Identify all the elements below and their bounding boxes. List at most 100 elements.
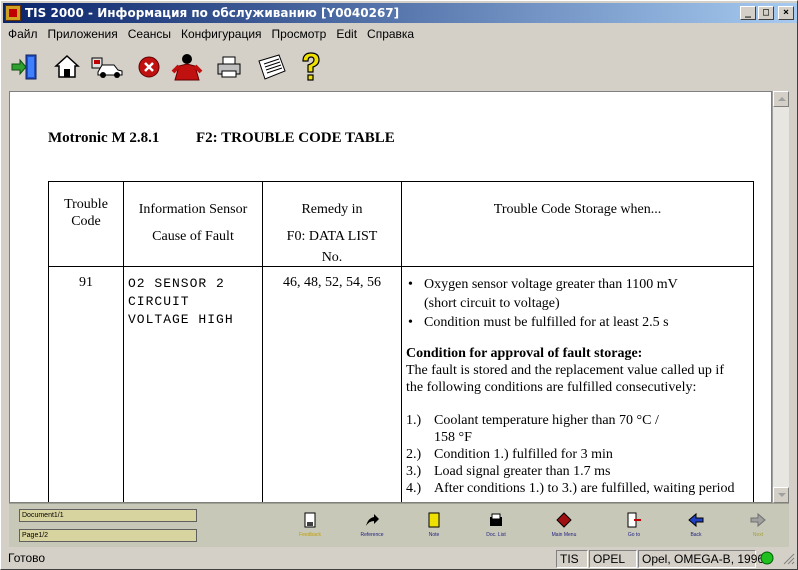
cause-line: VOLTAGE HIGH — [128, 312, 234, 327]
menu-file[interactable]: Файл — [3, 27, 43, 41]
approval-heading: Condition for approval of fault storage: — [406, 346, 643, 361]
person-button[interactable] — [169, 49, 205, 85]
status-vehicle: Opel, OMEGA-B, 1996 — [638, 550, 764, 568]
home-icon — [54, 54, 80, 78]
menu-edit[interactable]: Edit — [331, 27, 362, 41]
cause-line: CIRCUIT — [128, 294, 190, 309]
vehicle-button[interactable] — [89, 49, 125, 85]
cause-line: O2 SENSOR 2 — [128, 276, 225, 291]
trouble-code-table: Trouble Code Information Sensor Cause of… — [48, 181, 754, 502]
home-button[interactable] — [49, 49, 85, 85]
doc-list-icon — [490, 513, 502, 526]
step-number: 2.) — [406, 447, 422, 462]
button-label: Go to — [627, 532, 641, 538]
header-text: No. — [321, 250, 343, 265]
window-title: TIS 2000 - Информация по обслуживанию [Y… — [25, 6, 400, 20]
menu-applications[interactable]: Приложения — [43, 27, 123, 41]
table-header-row: Trouble Code Information Sensor Cause of… — [48, 181, 754, 267]
navigation-bar: Document1/1 Page1/2 Feedback Reference N… — [9, 503, 789, 547]
menu-view[interactable]: Просмотр — [267, 27, 332, 41]
menu-sessions[interactable]: Сеансы — [123, 27, 176, 41]
status-app: TIS — [556, 550, 588, 568]
step-item: 158 °F — [406, 429, 749, 446]
go-to-button[interactable]: Go to — [609, 512, 659, 544]
button-label: Next — [752, 532, 764, 538]
next-button[interactable]: Next — [733, 512, 783, 544]
help-icon — [302, 52, 320, 81]
doc-list-button[interactable]: Doc. List — [471, 512, 521, 544]
status-bar: Готово TIS OPEL Opel, OMEGA-B, 1996 — [3, 549, 797, 569]
scroll-up-button[interactable] — [773, 91, 789, 107]
menu-bar: Файл Приложения Сеансы Конфигурация Прос… — [3, 24, 797, 43]
step-text: Coolant temperature higher than 70 °C / — [434, 413, 659, 428]
cell-code: 91 — [48, 266, 124, 502]
menu-help[interactable]: Справка — [362, 27, 419, 41]
bullet-item: • Oxygen sensor voltage greater than 110… — [406, 275, 749, 294]
reference-icon — [366, 514, 379, 526]
print-button[interactable] — [211, 49, 247, 85]
cell-cause: O2 SENSOR 2 CIRCUIT VOLTAGE HIGH — [123, 266, 263, 502]
step-item: 3.) Load signal greater than 1.7 ms — [406, 463, 749, 480]
cell-remedy: 46, 48, 52, 54, 56 — [262, 266, 402, 502]
bullet-item: • Condition must be fulfilled for at lea… — [406, 313, 749, 332]
close-button[interactable]: × — [778, 6, 794, 20]
step-item: 1.) Coolant temperature higher than 70 °… — [406, 412, 749, 429]
button-label: Main Menu — [551, 532, 577, 538]
note-icon — [428, 512, 440, 528]
toolbar — [3, 45, 797, 89]
bullet-text: Condition must be fulfilled for at least… — [424, 315, 669, 330]
feedback-button[interactable]: Feedback — [285, 512, 335, 544]
stop-icon — [138, 56, 160, 78]
table-row: 91 O2 SENSOR 2 CIRCUIT VOLTAGE HIGH 46, … — [48, 266, 754, 502]
button-label: Reference — [360, 532, 384, 538]
help-button[interactable] — [293, 49, 329, 85]
feedback-icon — [304, 512, 316, 528]
reference-button[interactable]: Reference — [347, 512, 397, 544]
person-icon — [171, 54, 203, 81]
section-title: F2: TROUBLE CODE TABLE — [196, 130, 395, 146]
next-arrow-icon — [750, 512, 766, 528]
connection-icon — [759, 550, 779, 568]
system-title: Motronic M 2.8.1 — [48, 130, 160, 146]
header-information-sensor: Information Sensor Cause of Fault — [123, 181, 263, 267]
title-bar: TIS 2000 - Информация по обслуживанию [Y… — [3, 3, 797, 23]
bullet-text: Oxygen sensor voltage greater than 1100 … — [424, 277, 678, 292]
maximize-button[interactable]: □ — [758, 6, 774, 20]
bullet-icon: • — [408, 277, 413, 292]
header-trouble-code: Trouble Code — [48, 181, 124, 267]
step-text: Condition 1.) fulfilled for 3 min — [434, 447, 613, 462]
step-text: After conditions 1.) to 3.) are fulfille… — [434, 481, 735, 496]
bullet-icon: • — [408, 315, 413, 330]
step-number: 1.) — [406, 413, 422, 428]
status-make: OPEL — [589, 550, 637, 568]
step-number: 3.) — [406, 464, 422, 479]
status-light-icon — [760, 551, 774, 565]
printer-icon — [217, 56, 241, 78]
app-window: TIS 2000 - Информация по обслуживанию [Y… — [0, 0, 798, 570]
header-text: Information Sensor — [138, 202, 248, 217]
vertical-scrollbar[interactable] — [772, 91, 789, 503]
button-label: Doc. List — [486, 532, 506, 538]
resize-grip-icon — [783, 553, 795, 565]
header-text: Remedy in — [301, 202, 363, 217]
minimize-button[interactable]: _ — [740, 6, 756, 20]
header-text: Trouble — [64, 197, 108, 212]
step-item: 4.) After conditions 1.) to 3.) are fulf… — [406, 480, 749, 497]
cell-storage: • Oxygen sensor voltage greater than 110… — [401, 266, 754, 502]
note-button[interactable]: Note — [409, 512, 459, 544]
main-menu-button[interactable]: Main Menu — [539, 512, 589, 544]
bullet-text: (short circuit to voltage) — [424, 296, 560, 311]
resize-grip[interactable] — [781, 550, 795, 568]
app-icon — [5, 5, 21, 21]
back-button[interactable]: Back — [671, 512, 721, 544]
news-button[interactable] — [253, 49, 289, 85]
exit-button[interactable] — [7, 49, 43, 85]
stop-button[interactable] — [131, 49, 167, 85]
button-label: Feedback — [299, 532, 321, 538]
menu-configuration[interactable]: Конфигурация — [176, 27, 267, 41]
button-label: Note — [428, 532, 440, 538]
approval-text: The fault is stored and the replacement … — [406, 363, 724, 378]
header-remedy: Remedy in F0: DATA LIST No. — [262, 181, 402, 267]
scroll-down-button[interactable] — [773, 487, 789, 503]
document-viewer[interactable]: Motronic M 2.8.1 F2: TROUBLE CODE TABLE … — [9, 91, 772, 503]
